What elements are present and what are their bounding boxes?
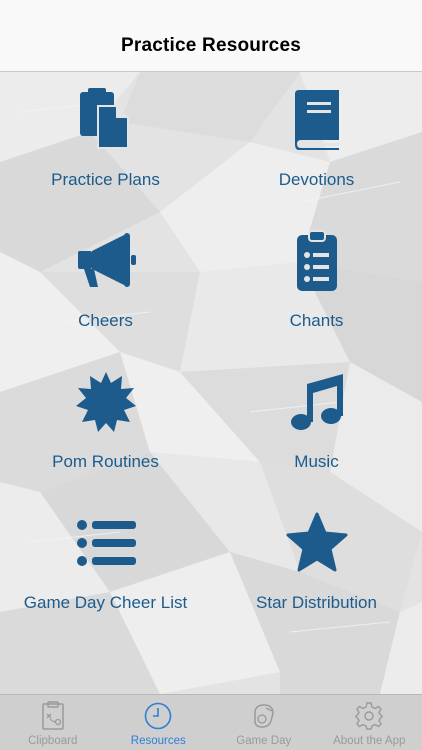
tab-bar: Clipboard Resources Game Day About the A… (0, 694, 422, 750)
tile-label: Practice Plans (51, 170, 160, 189)
tab-label: Resources (130, 735, 186, 747)
tile-devotions[interactable]: Devotions (211, 72, 422, 213)
tab-about-the-app[interactable]: About the App (317, 695, 422, 750)
whistle-icon (249, 701, 279, 731)
navigation-bar: Practice Resources (0, 0, 422, 72)
tab-game-day[interactable]: Game Day (211, 695, 317, 750)
tile-star-distribution[interactable]: Star Distribution (211, 495, 422, 636)
tab-label: About the App (333, 735, 406, 747)
tab-resources[interactable]: Resources (106, 695, 212, 750)
tile-label: Devotions (278, 170, 355, 189)
gear-icon (354, 701, 384, 731)
tile-cheers[interactable]: Cheers (0, 213, 211, 354)
tile-label: Star Distribution (256, 593, 377, 612)
tab-label: Game Day (236, 735, 292, 747)
pom-burst-icon (74, 370, 138, 434)
tile-label: Pom Routines (52, 452, 159, 471)
music-note-icon (285, 370, 349, 434)
tile-practice-plans[interactable]: Practice Plans (0, 72, 211, 213)
tile-label: Cheers (78, 311, 133, 330)
clipboard-list-icon (285, 229, 349, 293)
resources-grid: Practice Plans Devotions Cheers Chants P… (0, 72, 422, 694)
tab-clipboard[interactable]: Clipboard (0, 695, 106, 750)
tile-label: Chants (289, 311, 344, 330)
page-title: Practice Resources (121, 35, 301, 56)
megaphone-icon (74, 229, 138, 293)
clock-icon (143, 701, 173, 731)
tile-music[interactable]: Music (211, 354, 422, 495)
tile-label: Game Day Cheer List (23, 593, 188, 612)
documents-icon (74, 88, 138, 152)
tile-label: Music (294, 452, 339, 471)
tab-label: Clipboard (28, 735, 78, 747)
tile-chants[interactable]: Chants (211, 213, 422, 354)
resources-content[interactable]: Practice Plans Devotions Cheers Chants P… (0, 72, 422, 694)
list-icon (74, 511, 138, 575)
tile-pom-routines[interactable]: Pom Routines (0, 354, 211, 495)
book-icon (285, 88, 349, 152)
tile-game-day-cheer-list[interactable]: Game Day Cheer List (0, 495, 211, 636)
clipboard-icon (38, 701, 68, 731)
star-icon (285, 511, 349, 575)
